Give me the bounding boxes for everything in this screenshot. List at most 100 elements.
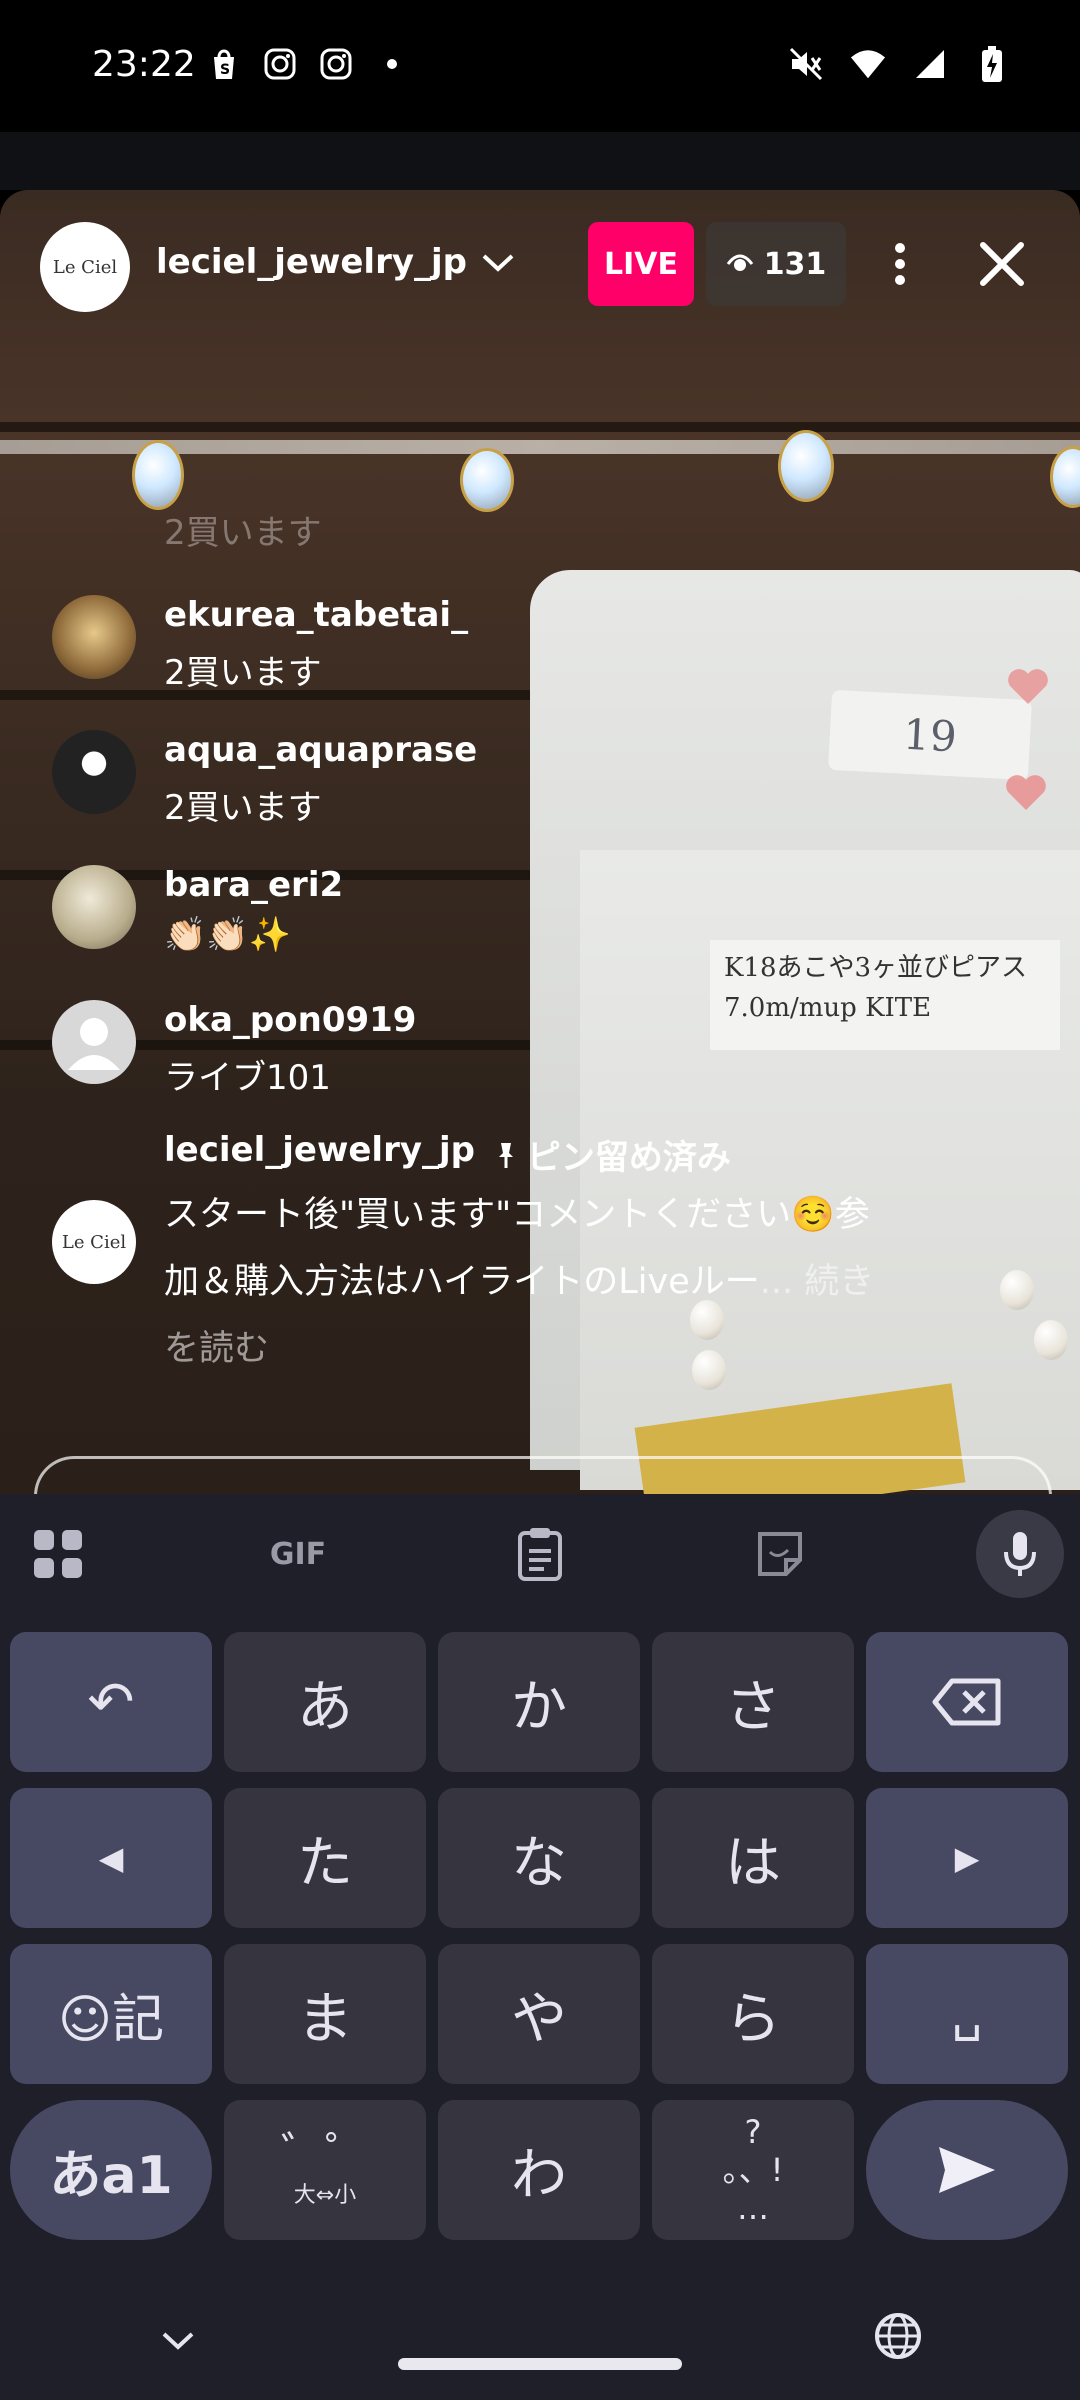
live-badge: LIVE: [588, 222, 694, 306]
cursor-left-key[interactable]: ◀: [10, 1788, 212, 1928]
svg-text:S: S: [220, 62, 230, 78]
comment-text: 2買います: [164, 788, 322, 828]
viewer-count-badge[interactable]: 131: [706, 222, 846, 306]
clipboard-icon: [518, 1528, 562, 1581]
key-a[interactable]: あ: [224, 1632, 426, 1772]
navigation-bar: [0, 2290, 1080, 2400]
comment-text: 2買います: [164, 653, 322, 693]
apps-grid-button[interactable]: [16, 1512, 100, 1596]
opal-ring: [460, 448, 514, 512]
dakuten-label: ゛゜: [281, 2128, 369, 2179]
key-ka[interactable]: か: [438, 1632, 640, 1772]
default-person-icon: [68, 1018, 120, 1070]
host-name-button[interactable]: leciel_jewelry_jp: [156, 242, 515, 282]
pin-icon: [497, 1138, 515, 1178]
pin-indicator: ピン留め済み: [497, 1130, 731, 1179]
close-button[interactable]: [970, 232, 1034, 296]
globe-icon[interactable]: [874, 2312, 922, 2364]
dakuten-sub-label: 大⇔小: [293, 2183, 357, 2208]
status-time: 23:22: [92, 44, 196, 85]
more-vertical-icon: [895, 243, 905, 285]
comment-text: ライブ101: [164, 1058, 331, 1098]
pin-label: ピン留め済み: [526, 1138, 731, 1178]
shopify-icon: S: [206, 46, 242, 82]
chevron-down-icon: [481, 242, 515, 282]
host-name: leciel_jewelry_jp: [156, 242, 467, 282]
punct-top: ?: [744, 2113, 762, 2151]
viewer-count: 131: [763, 246, 827, 282]
punct-bottom: …: [737, 2189, 769, 2227]
comment-username[interactable]: oka_pon0919: [164, 1000, 416, 1040]
punct-mid: 。、!: [722, 2151, 784, 2189]
heart-icon: [1006, 666, 1050, 706]
shelf-line: [0, 422, 1080, 432]
battery-charging-icon: [974, 46, 1010, 82]
key-ta[interactable]: た: [224, 1788, 426, 1928]
comment-text: 👏🏻👏🏻✨: [164, 915, 292, 955]
key-ha[interactable]: は: [652, 1788, 854, 1928]
pinned-text: 加＆購入方法はハイライトのLiveルー: [164, 1262, 760, 1302]
voice-input-button[interactable]: [976, 1510, 1064, 1598]
sticker-button[interactable]: [738, 1512, 822, 1596]
pinned-text: スタート後"買います"コメントください☺️参: [164, 1195, 870, 1235]
key-ma[interactable]: ま: [224, 1944, 426, 2084]
host-avatar[interactable]: Le Ciel: [40, 222, 130, 312]
more-options-button[interactable]: [870, 232, 930, 296]
dakuten-key[interactable]: ゛゜ 大⇔小: [224, 2100, 426, 2240]
comment-username[interactable]: ekurea_tabetai_: [164, 595, 468, 635]
dot-icon: [374, 46, 410, 82]
send-key[interactable]: [866, 2100, 1068, 2240]
product-label-card: K18あこや3ヶ並びピアス 7.0m/mup KITE: [710, 940, 1060, 1050]
opal-ring: [1050, 446, 1080, 508]
read-more-link[interactable]: ... 続き: [760, 1262, 875, 1302]
pinned-header: leciel_jewelry_jp ピン留め済み: [164, 1130, 731, 1179]
pearl: [1000, 1270, 1034, 1310]
backspace-icon: [932, 1678, 1001, 1726]
product-number-tag: 19: [828, 689, 1032, 781]
pearl: [1034, 1320, 1068, 1360]
commenter-avatar[interactable]: [52, 730, 136, 814]
backspace-key[interactable]: [866, 1632, 1068, 1772]
live-header: Le Ciel leciel_jewelry_jp LIVE 131: [0, 222, 1080, 312]
pearl: [692, 1350, 726, 1390]
close-icon: [980, 242, 1024, 286]
mute-icon: [788, 46, 824, 82]
pearl: [690, 1300, 724, 1340]
cursor-right-key[interactable]: ▶: [866, 1788, 1068, 1928]
chevron-down-icon[interactable]: [160, 2330, 196, 2356]
key-wa[interactable]: わ: [438, 2100, 640, 2240]
notification-icons: S: [206, 46, 410, 82]
key-ra[interactable]: ら: [652, 1944, 854, 2084]
comment-username[interactable]: bara_eri2: [164, 865, 343, 905]
key-sa[interactable]: さ: [652, 1632, 854, 1772]
gif-button[interactable]: GIF: [256, 1512, 340, 1596]
input-mode-key[interactable]: あa1: [10, 2100, 212, 2240]
read-more-link[interactable]: を読む: [164, 1320, 269, 1371]
sticker-icon: [758, 1532, 802, 1576]
key-ya[interactable]: や: [438, 1944, 640, 2084]
keyboard-toolbar: GIF: [0, 1494, 1080, 1614]
microphone-icon: [1004, 1532, 1036, 1576]
space-key[interactable]: ␣: [866, 1944, 1068, 2084]
punctuation-key[interactable]: ? 。、! …: [652, 2100, 854, 2240]
emoji-symbol-key[interactable]: ☺記: [10, 1944, 212, 2084]
clipboard-button[interactable]: [498, 1512, 582, 1596]
commenter-avatar[interactable]: [52, 865, 136, 949]
heart-icon: [1004, 772, 1048, 812]
pinned-username[interactable]: leciel_jewelry_jp: [164, 1130, 475, 1179]
commenter-avatar[interactable]: [52, 1000, 136, 1084]
signal-icon: [912, 46, 948, 82]
comment-username[interactable]: aqua_aquaprase: [164, 730, 477, 770]
pinned-avatar[interactable]: Le Ciel: [52, 1200, 136, 1284]
commenter-avatar[interactable]: [52, 595, 136, 679]
faded-comment: 2買います: [164, 513, 322, 553]
instagram-icon: [318, 46, 354, 82]
app-top-band: [0, 132, 1080, 190]
undo-key[interactable]: ↶: [10, 1632, 212, 1772]
instagram-icon: [262, 46, 298, 82]
opal-ring: [778, 430, 834, 502]
opal-ring: [132, 440, 184, 510]
home-indicator[interactable]: [398, 2358, 682, 2370]
product-label-line: 7.0m/mup KITE: [724, 993, 932, 1023]
key-na[interactable]: な: [438, 1788, 640, 1928]
